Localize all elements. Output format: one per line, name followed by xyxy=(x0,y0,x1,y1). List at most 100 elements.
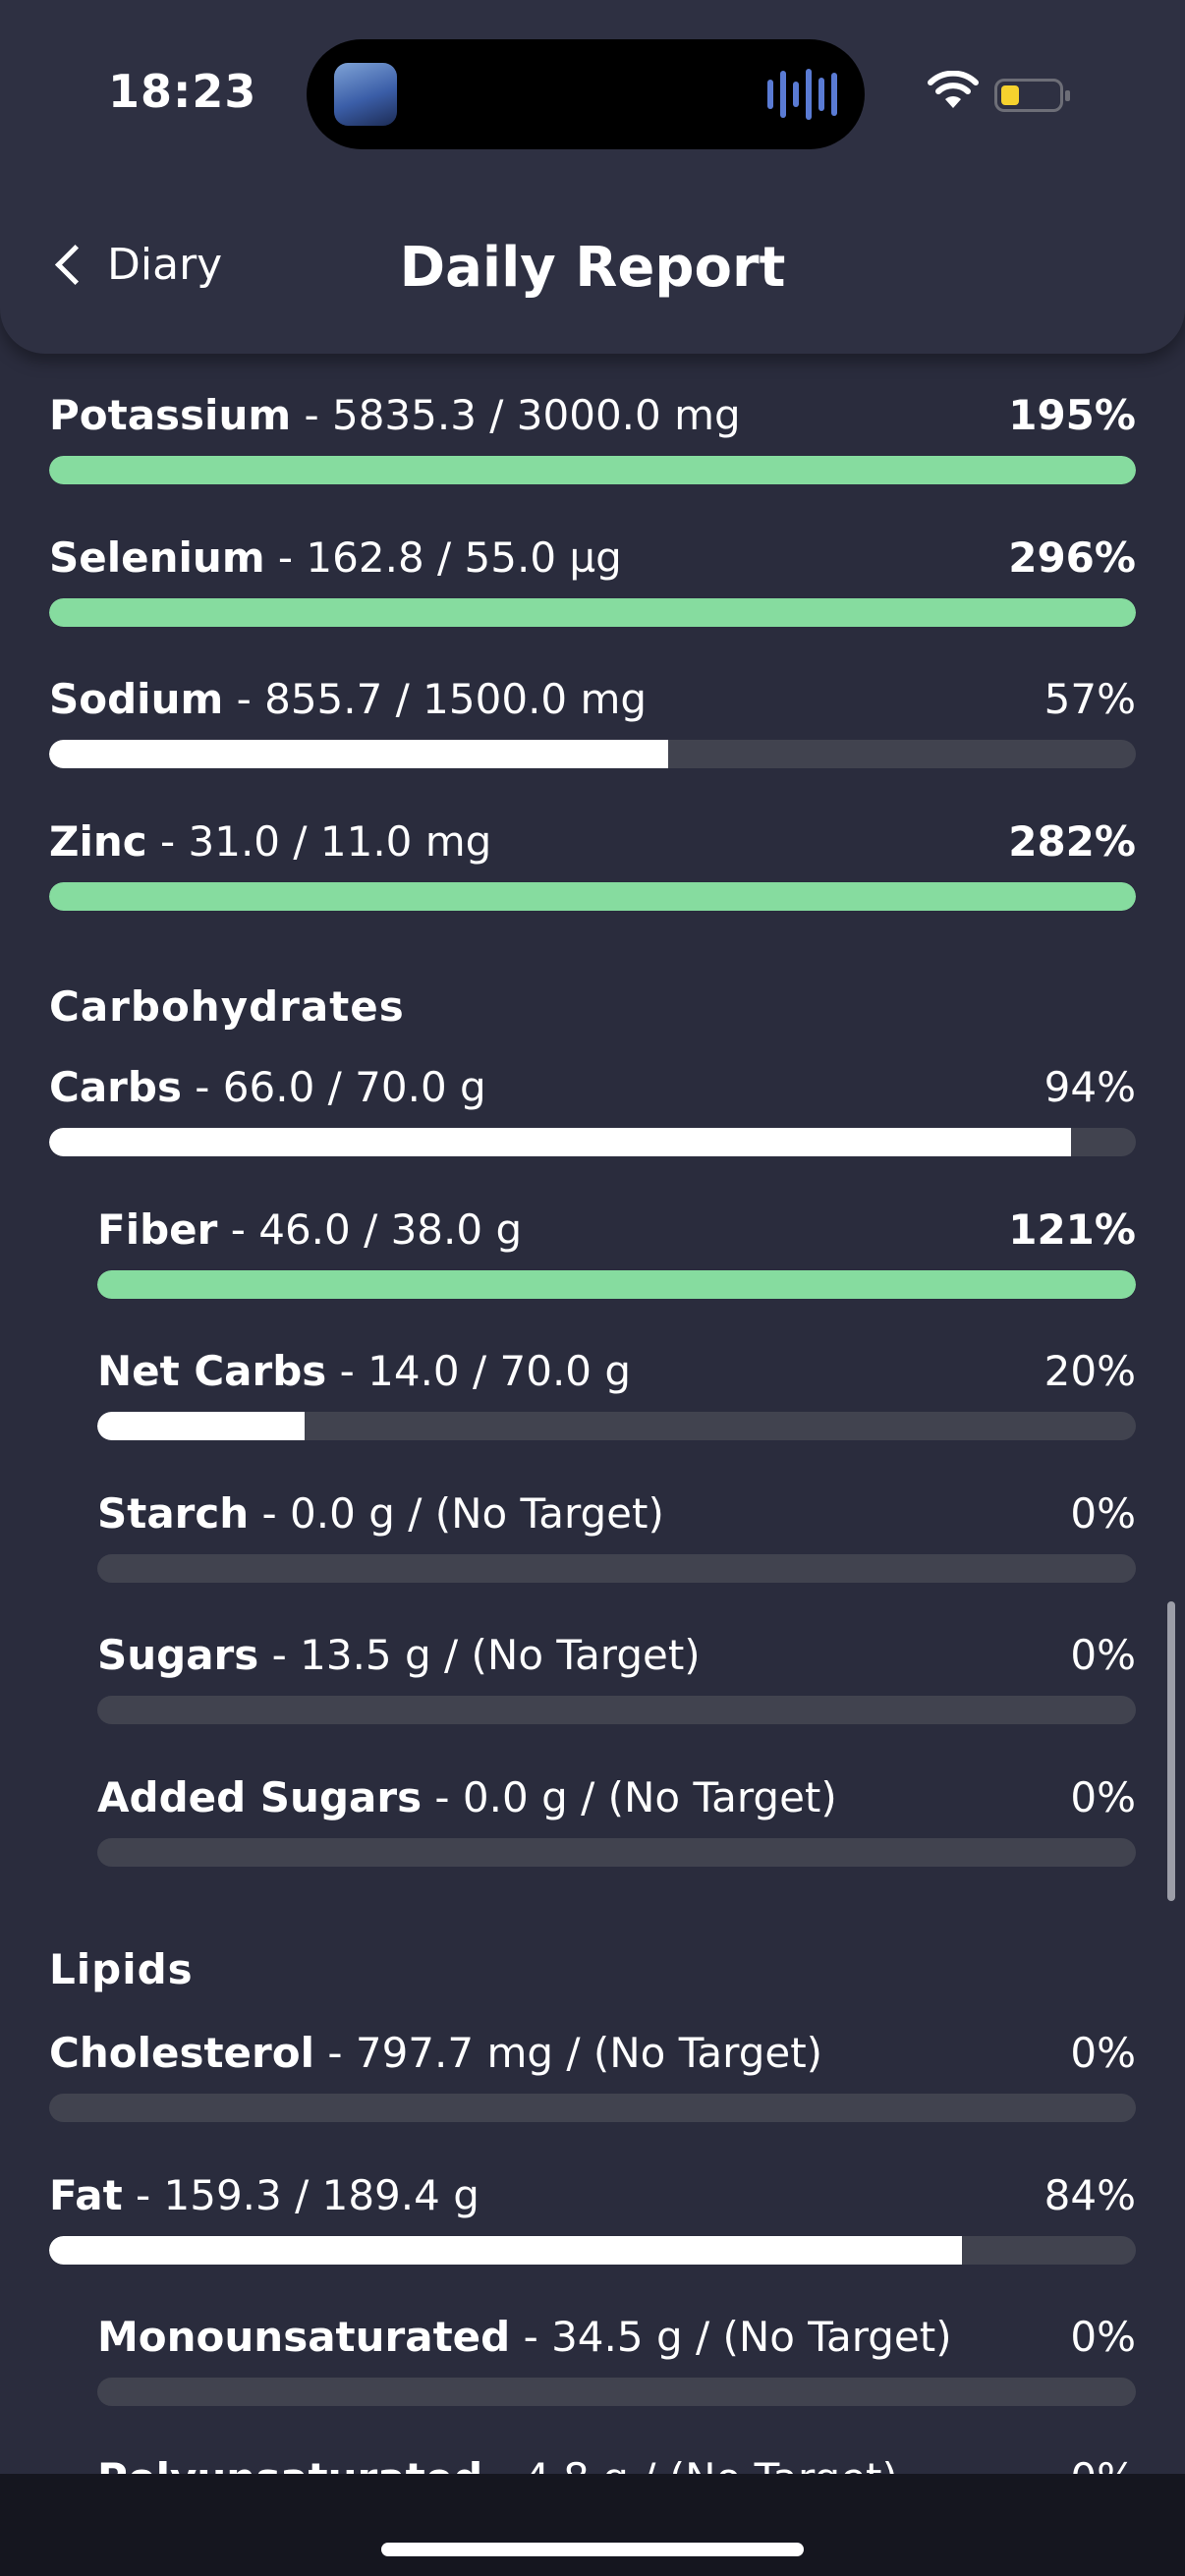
nutrient-name: Monounsaturated xyxy=(97,2313,511,2361)
progress-fill xyxy=(49,456,1136,484)
nutrient-amount: - 5835.3 / 3000.0 mg xyxy=(291,391,741,439)
nutrient-label: Monounsaturated - 34.5 g / (No Target) xyxy=(97,2313,952,2361)
nutrient-name: Starch xyxy=(97,1489,250,1538)
dynamic-island[interactable] xyxy=(307,39,865,149)
nutrient-row-net-carbs[interactable]: Net Carbs - 14.0 / 70.0 g 20% xyxy=(97,1347,1136,1455)
nutrient-row-added-sugars[interactable]: Added Sugars - 0.0 g / (No Target) 0% xyxy=(97,1773,1136,1881)
nutrient-name: Sugars xyxy=(97,1631,259,1679)
nutrient-amount: - 66.0 / 70.0 g xyxy=(181,1063,486,1111)
progress-fill xyxy=(49,1128,1071,1156)
nutrient-label: Potassium - 5835.3 / 3000.0 mg xyxy=(49,391,741,439)
nutrient-row-selenium[interactable]: Selenium - 162.8 / 55.0 µg 296% xyxy=(49,533,1136,642)
progress-track xyxy=(49,598,1136,627)
nutrient-percent: 0% xyxy=(1070,1631,1136,1679)
nutrient-name: Carbs xyxy=(49,1063,182,1111)
nutrient-label: Sugars - 13.5 g / (No Target) xyxy=(97,1631,701,1679)
nutrient-name: Potassium xyxy=(49,391,292,439)
nutrient-amount: - 159.3 / 189.4 g xyxy=(122,2171,480,2219)
nutrient-percent: 0% xyxy=(1070,1489,1136,1538)
home-indicator[interactable] xyxy=(381,2543,804,2556)
progress-track xyxy=(49,1128,1136,1156)
progress-track xyxy=(97,1554,1136,1583)
progress-track xyxy=(97,1270,1136,1299)
nutrient-label: Net Carbs - 14.0 / 70.0 g xyxy=(97,1347,631,1395)
nutrient-percent: 296% xyxy=(1008,533,1136,582)
nutrient-percent: 0% xyxy=(1070,1773,1136,1821)
section-heading-carbohydrates: Carbohydrates xyxy=(49,982,405,1031)
nutrient-label: Fiber - 46.0 / 38.0 g xyxy=(97,1205,522,1254)
nutrient-amount: - 0.0 g / (No Target) xyxy=(249,1489,664,1538)
nutrient-label: Added Sugars - 0.0 g / (No Target) xyxy=(97,1773,837,1821)
battery-icon xyxy=(994,79,1070,112)
nutrient-row-polyunsaturated[interactable]: Polyunsaturated - 4.8 g / (No Target) 0% xyxy=(97,2454,1136,2476)
nutrient-row-monounsaturated[interactable]: Monounsaturated - 34.5 g / (No Target) 0% xyxy=(97,2313,1136,2421)
nutrient-name: Net Carbs xyxy=(97,1347,327,1395)
progress-track xyxy=(97,1412,1136,1440)
nutrient-amount: - 34.5 g / (No Target) xyxy=(510,2313,952,2361)
nutrient-row-potassium[interactable]: Potassium - 5835.3 / 3000.0 mg 195% xyxy=(49,391,1136,499)
scrollbar[interactable] xyxy=(1167,1601,1175,1901)
progress-track xyxy=(97,1696,1136,1724)
nutrient-row-sugars[interactable]: Sugars - 13.5 g / (No Target) 0% xyxy=(97,1631,1136,1739)
nutrient-row-carbs[interactable]: Carbs - 66.0 / 70.0 g 94% xyxy=(49,1063,1136,1171)
nutrient-name: Selenium xyxy=(49,533,265,582)
page-title: Daily Report xyxy=(399,236,786,300)
nutrient-row-sodium[interactable]: Sodium - 855.7 / 1500.0 mg 57% xyxy=(49,675,1136,783)
nutrient-amount: - 14.0 / 70.0 g xyxy=(326,1347,632,1395)
nutrient-name: Zinc xyxy=(49,817,147,866)
section-heading-lipids: Lipids xyxy=(49,1945,194,1993)
nutrient-percent: 84% xyxy=(1044,2171,1136,2219)
nutrient-percent: 282% xyxy=(1008,817,1136,866)
nutrient-row-zinc[interactable]: Zinc - 31.0 / 11.0 mg 282% xyxy=(49,817,1136,925)
progress-fill xyxy=(49,882,1136,911)
nutrient-amount: - 4.8 g / (No Target) xyxy=(482,2454,898,2476)
progress-fill xyxy=(97,1270,1136,1299)
nutrient-label: Selenium - 162.8 / 55.0 µg xyxy=(49,533,622,582)
status-bar: 18:23 xyxy=(0,0,1185,187)
nutrient-label: Polyunsaturated - 4.8 g / (No Target) xyxy=(97,2454,898,2476)
wifi-icon xyxy=(928,71,979,108)
nutrient-row-starch[interactable]: Starch - 0.0 g / (No Target) 0% xyxy=(97,1489,1136,1597)
nutrient-amount: - 13.5 g / (No Target) xyxy=(258,1631,701,1679)
nutrient-row-fiber[interactable]: Fiber - 46.0 / 38.0 g 121% xyxy=(97,1205,1136,1314)
audio-waveform-icon xyxy=(767,69,837,120)
nutrient-name: Polyunsaturated xyxy=(97,2454,482,2476)
nutrient-percent: 20% xyxy=(1044,1347,1136,1395)
nutrient-label: Carbs - 66.0 / 70.0 g xyxy=(49,1063,486,1111)
progress-track xyxy=(49,740,1136,768)
progress-fill xyxy=(49,740,669,768)
nutrient-name: Added Sugars xyxy=(97,1773,423,1821)
nutrient-percent: 121% xyxy=(1008,1205,1136,1254)
bottom-bar xyxy=(0,2474,1185,2576)
nutrient-row-fat[interactable]: Fat - 159.3 / 189.4 g 84% xyxy=(49,2171,1136,2279)
nutrient-amount: - 797.7 mg / (No Target) xyxy=(314,2029,823,2077)
nutrient-label: Fat - 159.3 / 189.4 g xyxy=(49,2171,480,2219)
nutrient-label: Sodium - 855.7 / 1500.0 mg xyxy=(49,675,647,723)
progress-fill xyxy=(49,598,1136,627)
nutrient-list[interactable]: Potassium - 5835.3 / 3000.0 mg 195% Seleni… xyxy=(0,354,1185,2476)
nutrient-amount: - 855.7 / 1500.0 mg xyxy=(223,675,648,723)
nutrient-label: Starch - 0.0 g / (No Target) xyxy=(97,1489,664,1538)
nutrient-amount: - 31.0 / 11.0 mg xyxy=(146,817,492,866)
progress-track xyxy=(49,2094,1136,2122)
progress-track xyxy=(97,2378,1136,2406)
nutrient-amount: - 162.8 / 55.0 µg xyxy=(264,533,622,582)
nutrient-percent: 0% xyxy=(1070,2313,1136,2361)
nutrient-name: Fiber xyxy=(97,1205,218,1254)
nutrient-percent: 94% xyxy=(1044,1063,1136,1111)
status-time: 18:23 xyxy=(108,65,257,118)
nutrient-amount: - 46.0 / 38.0 g xyxy=(217,1205,523,1254)
nutrient-row-cholesterol[interactable]: Cholesterol - 797.7 mg / (No Target) 0% xyxy=(49,2029,1136,2137)
progress-track xyxy=(49,882,1136,911)
progress-track xyxy=(49,2236,1136,2265)
nutrient-percent: 195% xyxy=(1008,391,1136,439)
progress-fill xyxy=(97,1412,306,1440)
nutrient-label: Cholesterol - 797.7 mg / (No Target) xyxy=(49,2029,822,2077)
nutrient-name: Fat xyxy=(49,2171,123,2219)
nutrient-percent: 0% xyxy=(1070,2454,1136,2476)
nutrient-percent: 0% xyxy=(1070,2029,1136,2077)
nutrient-name: Sodium xyxy=(49,675,224,723)
progress-track xyxy=(49,456,1136,484)
nutrient-percent: 57% xyxy=(1044,675,1136,723)
nutrient-amount: - 0.0 g / (No Target) xyxy=(422,1773,837,1821)
